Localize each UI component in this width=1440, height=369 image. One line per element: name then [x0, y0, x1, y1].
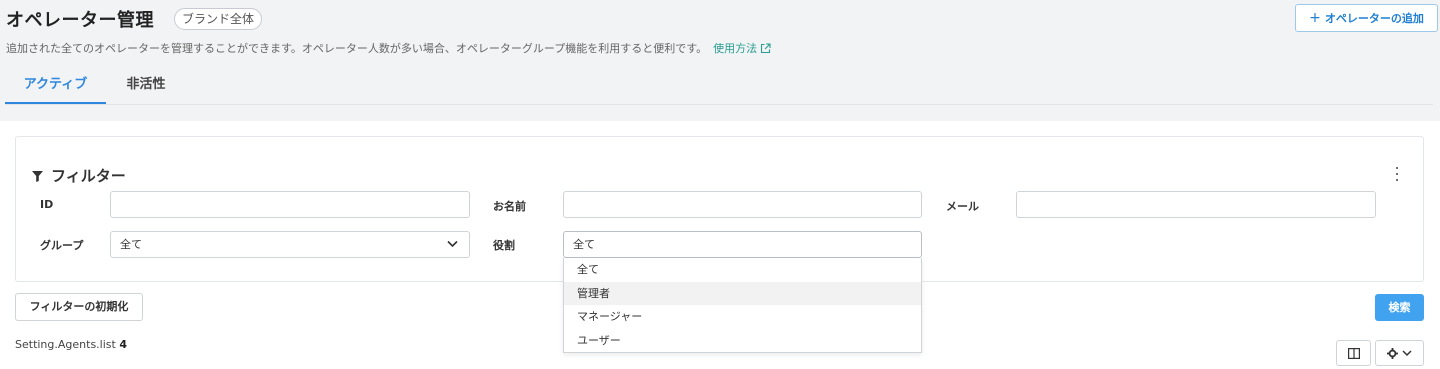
columns-icon [1347, 347, 1360, 359]
page-header: オペレーター管理 ブランド全体 + オペレーターの追加 追加された全てのオペレー… [0, 0, 1440, 120]
role-option-user[interactable]: ユーザー [564, 329, 921, 353]
role-option-manager[interactable]: マネージャー [564, 305, 921, 329]
role-dropdown-menu: 全て 管理者 マネージャー ユーザー [563, 258, 922, 353]
filter-icon [32, 170, 43, 182]
role-label: 役割 [493, 239, 515, 252]
name-input[interactable] [563, 191, 922, 218]
scope-badge: ブランド全体 [174, 8, 263, 30]
add-operator-button[interactable]: + オペレーターの追加 [1295, 4, 1438, 32]
filter-header: フィルター [32, 165, 126, 186]
list-count-value: 4 [119, 338, 127, 351]
plus-icon: + [1309, 10, 1321, 26]
help-link-label: 使用方法 [713, 42, 758, 55]
list-count: Setting.Agents.list 4 [15, 338, 127, 351]
group-select-value: 全て [120, 238, 142, 251]
role-option-admin[interactable]: 管理者 [564, 281, 921, 305]
name-label: お名前 [493, 200, 526, 213]
status-tabs: アクティブ 非活性 [5, 68, 186, 105]
page-description: 追加された全てのオペレーターを管理することができます。オペレーター人数が多い場合… [6, 40, 771, 56]
more-options-icon[interactable] [1391, 167, 1403, 181]
role-select-value: 全て [573, 238, 595, 251]
description-text: 追加された全てのオペレーターを管理することができます。オペレーター人数が多い場合… [6, 42, 708, 55]
list-label-text: Setting.Agents.list [15, 338, 116, 351]
chevron-down-icon [1402, 349, 1412, 356]
email-input[interactable] [1016, 191, 1376, 218]
search-button[interactable]: 検索 [1375, 294, 1424, 321]
tab-inactive[interactable]: 非活性 [106, 68, 186, 105]
column-toggle-button[interactable] [1336, 340, 1371, 366]
id-label: ID [40, 198, 54, 211]
chevron-down-icon [447, 240, 458, 248]
help-link[interactable]: 使用方法 [713, 42, 771, 55]
page-title: オペレーター管理 [6, 10, 154, 31]
group-select[interactable]: 全て [110, 231, 470, 258]
settings-menu-button[interactable] [1375, 340, 1424, 366]
role-option-all[interactable]: 全て [564, 258, 921, 282]
add-operator-label: オペレーターの追加 [1324, 12, 1424, 25]
external-link-icon [761, 43, 771, 54]
tab-active[interactable]: アクティブ [5, 68, 106, 105]
email-label: メール [946, 200, 979, 213]
group-label: グループ [40, 239, 84, 252]
role-select[interactable]: 全て [563, 231, 922, 258]
id-input[interactable] [110, 191, 470, 218]
tabs-divider [5, 104, 1433, 105]
filter-title: フィルター [51, 167, 126, 185]
gear-icon [1387, 347, 1398, 359]
reset-filter-button[interactable]: フィルターの初期化 [15, 293, 143, 321]
